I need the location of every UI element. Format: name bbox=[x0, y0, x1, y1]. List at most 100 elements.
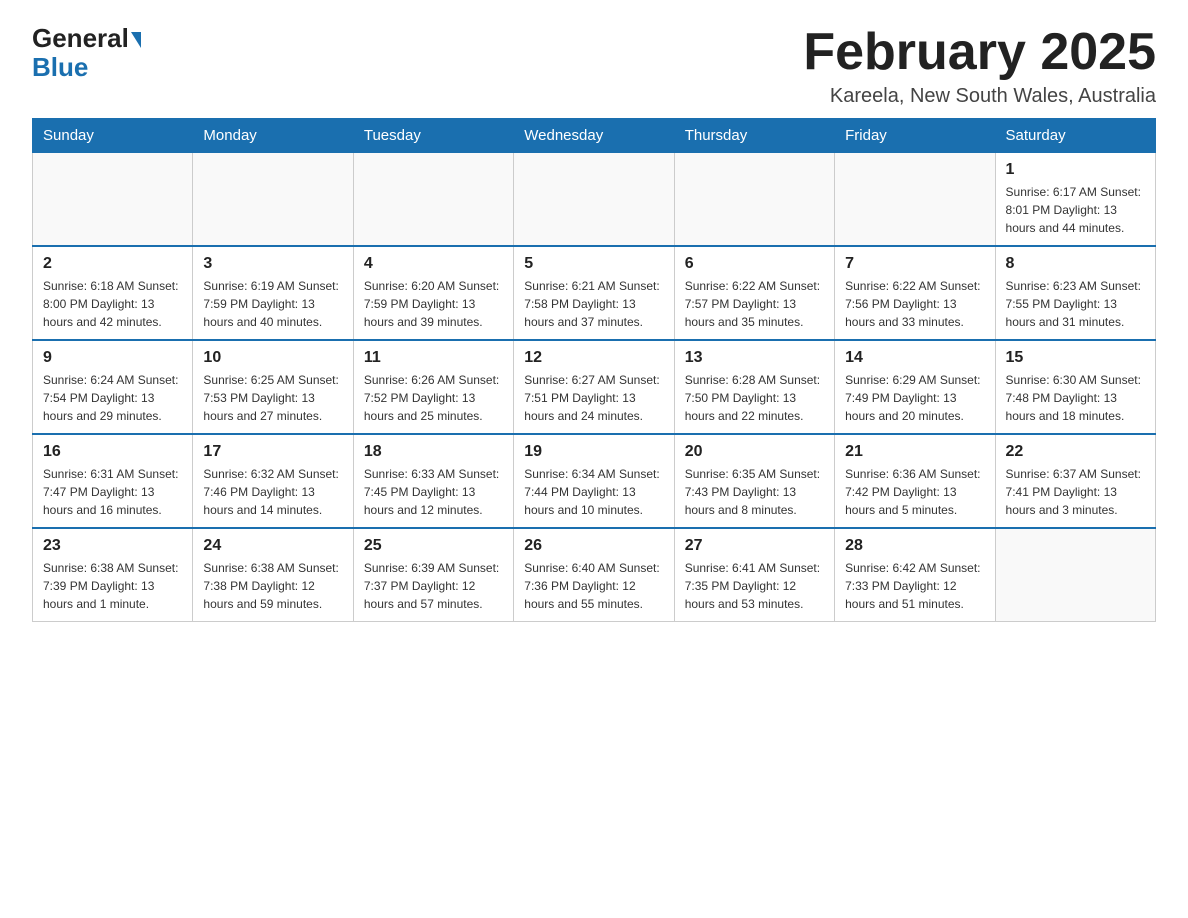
calendar-cell: 21 Sunrise: 6:36 AM Sunset: 7:42 PM Dayli… bbox=[835, 434, 995, 528]
page-header: General Blue February 2025 Kareela, New … bbox=[32, 24, 1156, 108]
day-number: 24 bbox=[203, 537, 342, 555]
calendar-cell bbox=[514, 153, 674, 247]
calendar-cell: 5 Sunrise: 6:21 AM Sunset: 7:58 PM Daylig… bbox=[514, 246, 674, 340]
day-number: 23 bbox=[43, 537, 182, 555]
day-number: 9 bbox=[43, 349, 182, 367]
calendar-cell: 14 Sunrise: 6:29 AM Sunset: 7:49 PM Dayli… bbox=[835, 340, 995, 434]
calendar-cell: 13 Sunrise: 6:28 AM Sunset: 7:50 PM Dayli… bbox=[674, 340, 834, 434]
calendar-week-row: 23 Sunrise: 6:38 AM Sunset: 7:39 PM Dayli… bbox=[33, 528, 1156, 622]
day-info: Sunrise: 6:31 AM Sunset: 7:47 PM Dayligh… bbox=[43, 465, 182, 519]
day-number: 4 bbox=[364, 255, 503, 273]
day-number: 11 bbox=[364, 349, 503, 367]
day-number: 21 bbox=[845, 443, 984, 461]
day-info: Sunrise: 6:33 AM Sunset: 7:45 PM Dayligh… bbox=[364, 465, 503, 519]
calendar-cell bbox=[995, 528, 1155, 622]
day-info: Sunrise: 6:18 AM Sunset: 8:00 PM Dayligh… bbox=[43, 277, 182, 331]
calendar-week-row: 9Sunrise: 6:24 AM Sunset: 7:54 PM Daylig… bbox=[33, 340, 1156, 434]
calendar-week-row: 2Sunrise: 6:18 AM Sunset: 8:00 PM Daylig… bbox=[33, 246, 1156, 340]
day-info: Sunrise: 6:19 AM Sunset: 7:59 PM Dayligh… bbox=[203, 277, 342, 331]
day-info: Sunrise: 6:34 AM Sunset: 7:44 PM Dayligh… bbox=[524, 465, 663, 519]
logo: General Blue bbox=[32, 24, 141, 81]
calendar-header-row: SundayMondayTuesdayWednesdayThursdayFrid… bbox=[33, 119, 1156, 153]
day-info: Sunrise: 6:21 AM Sunset: 7:58 PM Dayligh… bbox=[524, 277, 663, 331]
day-number: 13 bbox=[685, 349, 824, 367]
day-number: 7 bbox=[845, 255, 984, 273]
calendar-cell: 3 Sunrise: 6:19 AM Sunset: 7:59 PM Daylig… bbox=[193, 246, 353, 340]
calendar-cell: 25 Sunrise: 6:39 AM Sunset: 7:37 PM Dayli… bbox=[353, 528, 513, 622]
calendar-week-row: 1 Sunrise: 6:17 AM Sunset: 8:01 PM Daylig… bbox=[33, 153, 1156, 247]
day-number: 25 bbox=[364, 537, 503, 555]
day-info: Sunrise: 6:27 AM Sunset: 7:51 PM Dayligh… bbox=[524, 371, 663, 425]
calendar-week-row: 16 Sunrise: 6:31 AM Sunset: 7:47 PM Dayli… bbox=[33, 434, 1156, 528]
day-number: 19 bbox=[524, 443, 663, 461]
day-info: Sunrise: 6:23 AM Sunset: 7:55 PM Dayligh… bbox=[1006, 277, 1145, 331]
calendar-cell: 17 Sunrise: 6:32 AM Sunset: 7:46 PM Dayli… bbox=[193, 434, 353, 528]
calendar-cell: 1 Sunrise: 6:17 AM Sunset: 8:01 PM Daylig… bbox=[995, 153, 1155, 247]
day-number: 26 bbox=[524, 537, 663, 555]
day-number: 27 bbox=[685, 537, 824, 555]
day-number: 16 bbox=[43, 443, 182, 461]
day-number: 6 bbox=[685, 255, 824, 273]
calendar-cell: 8Sunrise: 6:23 AM Sunset: 7:55 PM Daylig… bbox=[995, 246, 1155, 340]
day-number: 14 bbox=[845, 349, 984, 367]
day-number: 3 bbox=[203, 255, 342, 273]
calendar-header-saturday: Saturday bbox=[995, 119, 1155, 153]
calendar-cell: 9Sunrise: 6:24 AM Sunset: 7:54 PM Daylig… bbox=[33, 340, 193, 434]
day-info: Sunrise: 6:35 AM Sunset: 7:43 PM Dayligh… bbox=[685, 465, 824, 519]
calendar-cell: 4 Sunrise: 6:20 AM Sunset: 7:59 PM Daylig… bbox=[353, 246, 513, 340]
day-number: 28 bbox=[845, 537, 984, 555]
calendar-header-monday: Monday bbox=[193, 119, 353, 153]
day-info: Sunrise: 6:25 AM Sunset: 7:53 PM Dayligh… bbox=[203, 371, 342, 425]
day-info: Sunrise: 6:26 AM Sunset: 7:52 PM Dayligh… bbox=[364, 371, 503, 425]
day-info: Sunrise: 6:37 AM Sunset: 7:41 PM Dayligh… bbox=[1006, 465, 1145, 519]
calendar-cell bbox=[353, 153, 513, 247]
logo-triangle-icon bbox=[131, 32, 141, 48]
calendar-cell bbox=[835, 153, 995, 247]
day-info: Sunrise: 6:32 AM Sunset: 7:46 PM Dayligh… bbox=[203, 465, 342, 519]
calendar-cell: 11 Sunrise: 6:26 AM Sunset: 7:52 PM Dayli… bbox=[353, 340, 513, 434]
month-title: February 2025 bbox=[803, 24, 1156, 81]
day-number: 1 bbox=[1006, 161, 1145, 179]
calendar-header-sunday: Sunday bbox=[33, 119, 193, 153]
calendar-table: SundayMondayTuesdayWednesdayThursdayFrid… bbox=[32, 118, 1156, 622]
calendar-cell: 22Sunrise: 6:37 AM Sunset: 7:41 PM Dayli… bbox=[995, 434, 1155, 528]
calendar-cell bbox=[33, 153, 193, 247]
calendar-cell: 6 Sunrise: 6:22 AM Sunset: 7:57 PM Daylig… bbox=[674, 246, 834, 340]
title-area: February 2025 Kareela, New South Wales, … bbox=[803, 24, 1156, 108]
calendar-header-wednesday: Wednesday bbox=[514, 119, 674, 153]
day-number: 12 bbox=[524, 349, 663, 367]
calendar-cell: 23 Sunrise: 6:38 AM Sunset: 7:39 PM Dayli… bbox=[33, 528, 193, 622]
calendar-cell: 16 Sunrise: 6:31 AM Sunset: 7:47 PM Dayli… bbox=[33, 434, 193, 528]
day-info: Sunrise: 6:30 AM Sunset: 7:48 PM Dayligh… bbox=[1006, 371, 1145, 425]
day-info: Sunrise: 6:39 AM Sunset: 7:37 PM Dayligh… bbox=[364, 559, 503, 613]
calendar-cell: 12 Sunrise: 6:27 AM Sunset: 7:51 PM Dayli… bbox=[514, 340, 674, 434]
location-title: Kareela, New South Wales, Australia bbox=[803, 85, 1156, 108]
day-info: Sunrise: 6:36 AM Sunset: 7:42 PM Dayligh… bbox=[845, 465, 984, 519]
day-info: Sunrise: 6:41 AM Sunset: 7:35 PM Dayligh… bbox=[685, 559, 824, 613]
day-info: Sunrise: 6:40 AM Sunset: 7:36 PM Dayligh… bbox=[524, 559, 663, 613]
day-info: Sunrise: 6:20 AM Sunset: 7:59 PM Dayligh… bbox=[364, 277, 503, 331]
calendar-cell: 26 Sunrise: 6:40 AM Sunset: 7:36 PM Dayli… bbox=[514, 528, 674, 622]
calendar-header-tuesday: Tuesday bbox=[353, 119, 513, 153]
calendar-cell: 19 Sunrise: 6:34 AM Sunset: 7:44 PM Dayli… bbox=[514, 434, 674, 528]
logo-blue: Blue bbox=[32, 52, 88, 82]
day-info: Sunrise: 6:22 AM Sunset: 7:57 PM Dayligh… bbox=[685, 277, 824, 331]
day-number: 5 bbox=[524, 255, 663, 273]
calendar-cell: 27 Sunrise: 6:41 AM Sunset: 7:35 PM Dayli… bbox=[674, 528, 834, 622]
day-number: 17 bbox=[203, 443, 342, 461]
calendar-cell: 28 Sunrise: 6:42 AM Sunset: 7:33 PM Dayli… bbox=[835, 528, 995, 622]
calendar-cell bbox=[674, 153, 834, 247]
calendar-cell: 15Sunrise: 6:30 AM Sunset: 7:48 PM Dayli… bbox=[995, 340, 1155, 434]
day-info: Sunrise: 6:28 AM Sunset: 7:50 PM Dayligh… bbox=[685, 371, 824, 425]
calendar-header-thursday: Thursday bbox=[674, 119, 834, 153]
calendar-cell: 18Sunrise: 6:33 AM Sunset: 7:45 PM Dayli… bbox=[353, 434, 513, 528]
calendar-cell: 7 Sunrise: 6:22 AM Sunset: 7:56 PM Daylig… bbox=[835, 246, 995, 340]
day-info: Sunrise: 6:17 AM Sunset: 8:01 PM Dayligh… bbox=[1006, 183, 1145, 237]
day-info: Sunrise: 6:38 AM Sunset: 7:39 PM Dayligh… bbox=[43, 559, 182, 613]
day-info: Sunrise: 6:42 AM Sunset: 7:33 PM Dayligh… bbox=[845, 559, 984, 613]
calendar-cell: 10Sunrise: 6:25 AM Sunset: 7:53 PM Dayli… bbox=[193, 340, 353, 434]
day-info: Sunrise: 6:38 AM Sunset: 7:38 PM Dayligh… bbox=[203, 559, 342, 613]
day-info: Sunrise: 6:22 AM Sunset: 7:56 PM Dayligh… bbox=[845, 277, 984, 331]
day-info: Sunrise: 6:29 AM Sunset: 7:49 PM Dayligh… bbox=[845, 371, 984, 425]
calendar-cell: 24 Sunrise: 6:38 AM Sunset: 7:38 PM Dayli… bbox=[193, 528, 353, 622]
